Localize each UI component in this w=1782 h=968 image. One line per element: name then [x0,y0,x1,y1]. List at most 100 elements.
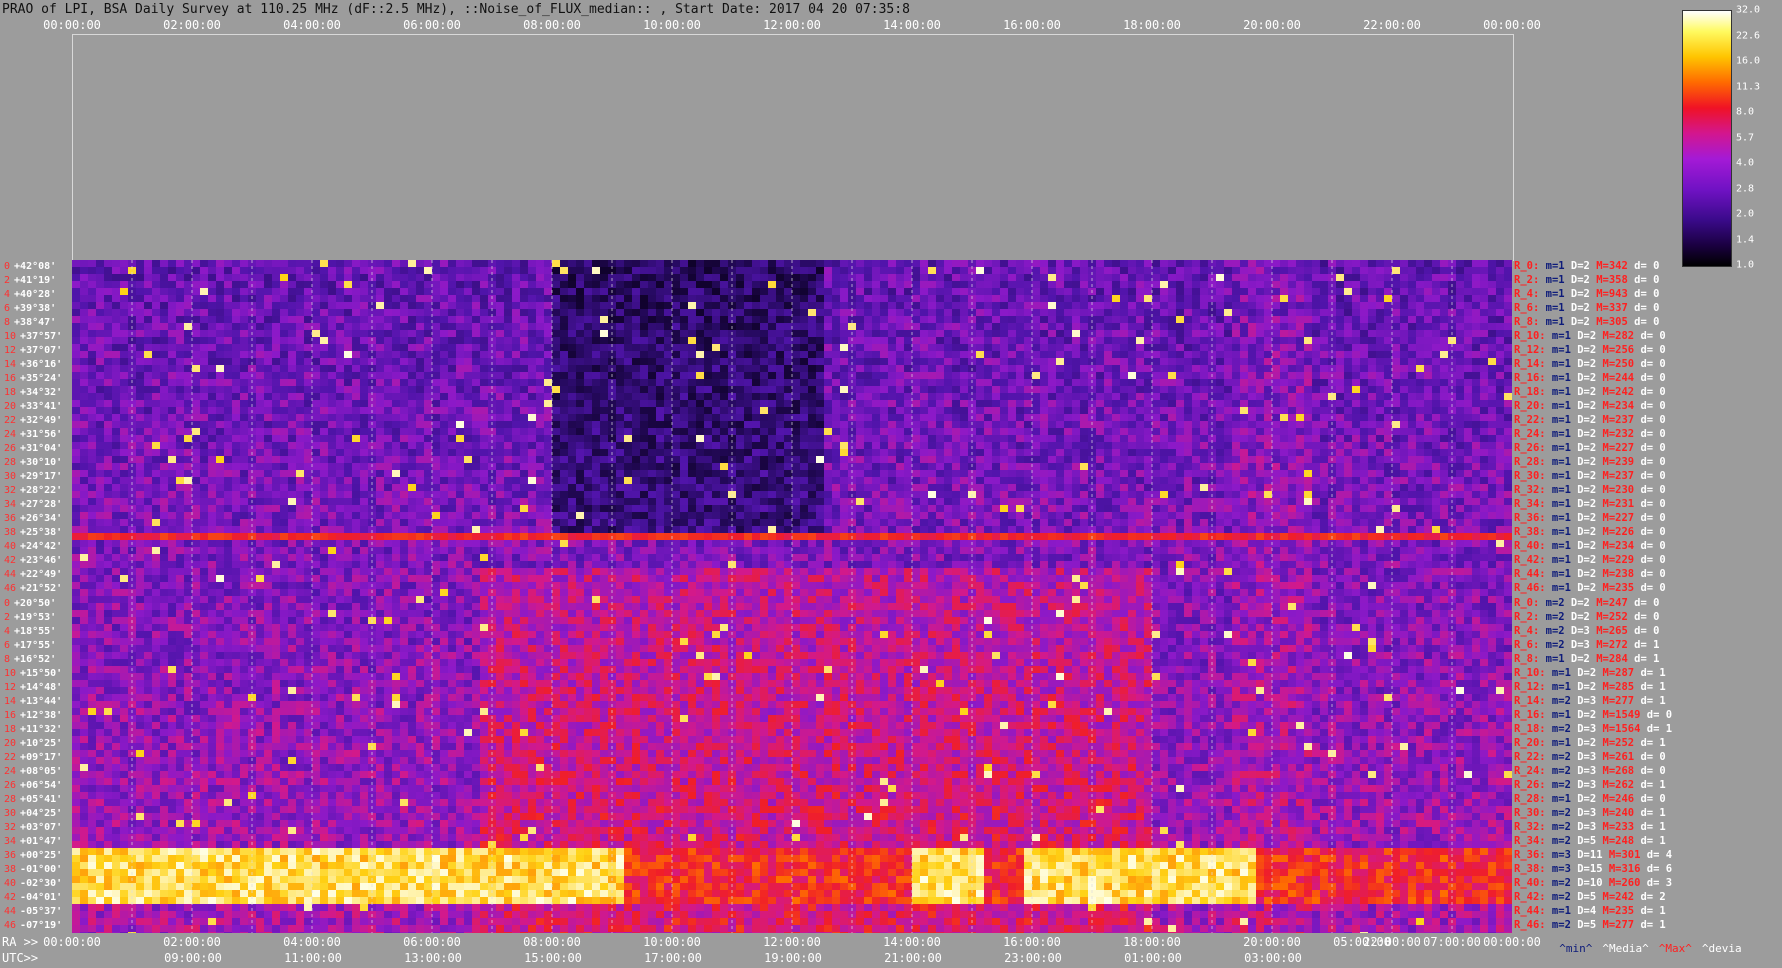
heatmap-cell [632,267,640,274]
heatmap-cell [1440,316,1448,323]
heatmap-cell [1176,260,1184,267]
heatmap-cell [352,330,360,337]
heatmap-cell [1168,344,1176,351]
heatmap-cell [1152,358,1160,365]
heatmap-cell [240,358,248,365]
heatmap-cell [864,288,872,295]
heatmap-cell [80,344,88,351]
heatmap-cell [360,295,368,302]
heatmap-cell [504,344,512,351]
heatmap-cell [1456,358,1464,365]
heatmap-cell [416,274,424,281]
heatmap-cell [320,281,328,288]
heatmap-cell [216,302,224,309]
heatmap-cell [984,351,992,358]
heatmap-cell [352,372,360,379]
heatmap-cell [1032,358,1040,365]
heatmap-cell [280,351,288,358]
heatmap-cell [712,337,720,344]
heatmap-cell [640,365,648,372]
heatmap-cell [360,337,368,344]
heatmap-cell [1120,302,1128,309]
heatmap-cell [1008,344,1016,351]
heatmap-cell [200,358,208,365]
heatmap-cell [200,365,208,372]
heatmap-cell [1408,365,1416,372]
heatmap-cell [1376,274,1384,281]
heatmap-cell [688,309,696,316]
heatmap-cell [496,337,504,344]
heatmap-cell [280,365,288,372]
heatmap-cell [1216,302,1224,309]
heatmap-cell [992,281,1000,288]
heatmap-cell [1248,274,1256,281]
heatmap-cell [840,351,848,358]
heatmap-cell [760,344,768,351]
heatmap-cell [784,309,792,316]
heatmap-cell [1120,344,1128,351]
heatmap-cell [384,351,392,358]
heatmap-cell [264,260,272,267]
heatmap-cell [512,351,520,358]
heatmap-cell [1240,288,1248,295]
heatmap-cell [752,295,760,302]
heatmap-cell [1496,330,1504,337]
heatmap-cell [1488,372,1496,379]
heatmap-cell [576,365,584,372]
heatmap-cell [1376,309,1384,316]
heatmap-cell [1072,372,1080,379]
heatmap-cell [1296,274,1304,281]
heatmap-cell [800,281,808,288]
heatmap-cell [736,316,744,323]
heatmap-cell [1232,365,1240,372]
heatmap-cell [288,295,296,302]
heatmap-cell [1424,337,1432,344]
heatmap-cell [1032,372,1040,379]
heatmap-cell [1216,316,1224,323]
heatmap-cell [1016,260,1024,267]
heatmap-cell [1256,274,1264,281]
heatmap-cell [1056,344,1064,351]
heatmap-cell [256,288,264,295]
heatmap-cell [1456,351,1464,358]
heatmap-cell [688,344,696,351]
heatmap-cell [160,365,168,372]
heatmap-cell [1064,288,1072,295]
heatmap-cell [1344,330,1352,337]
heatmap-cell [872,260,880,267]
heatmap-cell [448,330,456,337]
heatmap-cell [272,372,280,379]
heatmap-cell [440,358,448,365]
heatmap-cell [88,365,96,372]
heatmap-cell [1272,274,1280,281]
heatmap-cell [1144,351,1152,358]
heatmap-cell [1472,260,1480,267]
heatmap-cell [840,288,848,295]
heatmap-cell [1168,372,1176,379]
heatmap-cell [504,365,512,372]
heatmap-cell [136,316,144,323]
heatmap-cell [528,344,536,351]
heatmap-cell [232,274,240,281]
heatmap-cell [208,288,216,295]
heatmap-cell [480,302,488,309]
heatmap-cell [648,267,656,274]
heatmap-cell [424,309,432,316]
heatmap-cell [1160,316,1168,323]
heatmap-cell [184,309,192,316]
heatmap-cell [224,372,232,379]
heatmap-cell [704,372,712,379]
heatmap-cell [656,330,664,337]
heatmap-cell [1408,337,1416,344]
heatmap-cell [752,309,760,316]
heatmap-cell [1304,372,1312,379]
heatmap-cell [1456,288,1464,295]
heatmap-cell [240,379,248,386]
heatmap-cell [360,372,368,379]
heatmap-cell [912,316,920,323]
heatmap-cell [744,274,752,281]
heatmap-cell [168,379,176,386]
heatmap-cell [1344,288,1352,295]
heatmap-cell [1296,302,1304,309]
heatmap-cell [416,330,424,337]
